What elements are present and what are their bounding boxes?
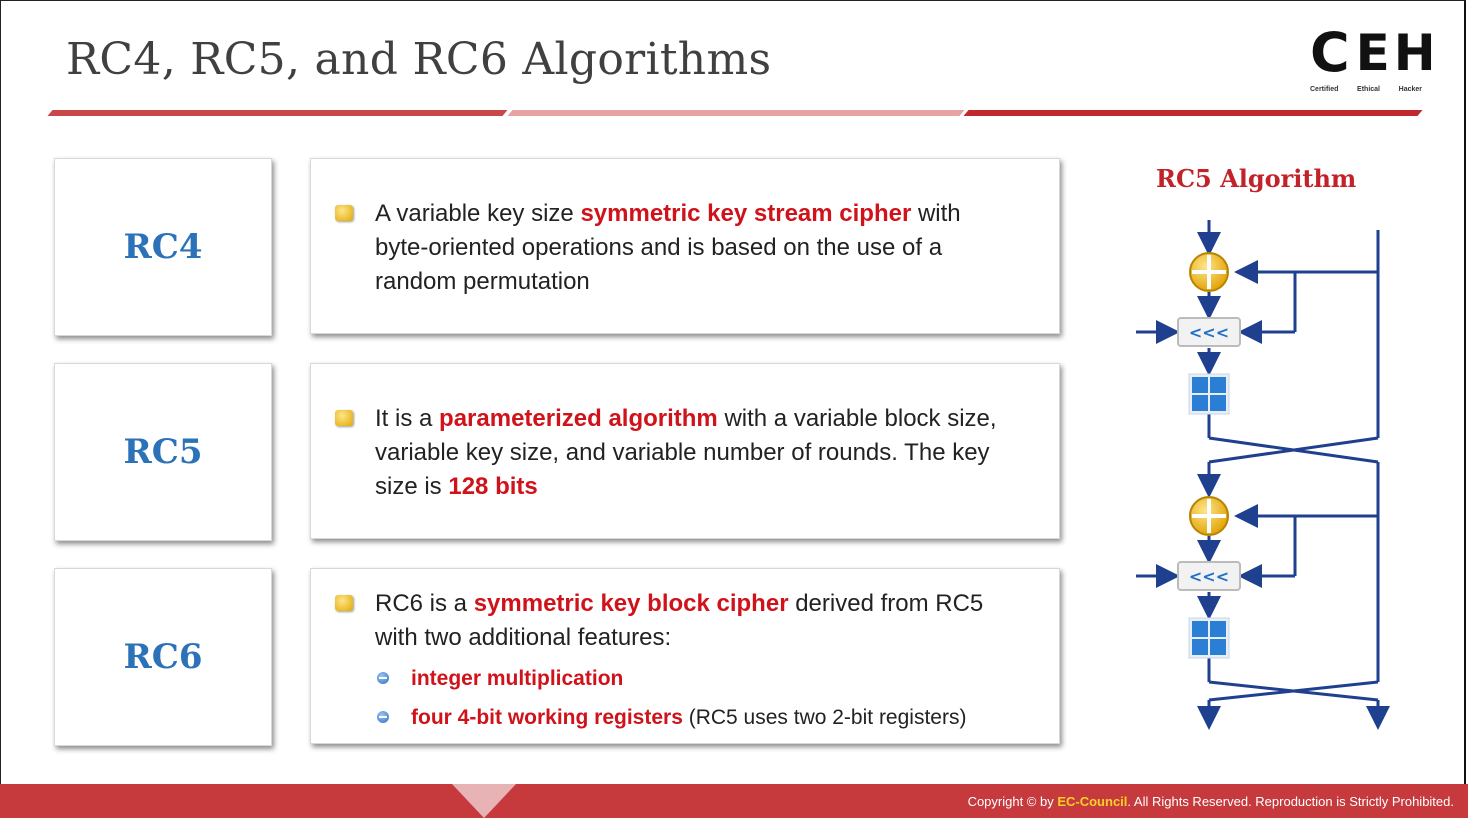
rc4-description-box: A variable key size symmetric key stream… [310, 158, 1060, 334]
logo-sub-certified: Certified [1310, 86, 1339, 93]
svg-text:<<<: <<< [1189, 323, 1229, 342]
rc5-text-1: It is a [375, 405, 440, 432]
diagram-round-2 [1136, 504, 1390, 730]
list-item: four 4-bit working registers (RC5 uses t… [377, 698, 1039, 737]
rc5-label: RC5 [123, 432, 203, 472]
diagram-title: RC5 Algorithm [1156, 164, 1357, 193]
diagram-round-1 [1136, 220, 1380, 682]
logo-sub-ethical: Ethical [1357, 86, 1380, 93]
rc6-description-box: RC6 is a symmetric key block cipher deri… [310, 568, 1060, 744]
logo-letters-eh: EH [1355, 24, 1440, 82]
title-rule-right [963, 110, 1423, 116]
bullet-icon [335, 205, 353, 221]
rc6-highlight: symmetric key block cipher [473, 590, 789, 617]
sub-bullet-icon [377, 672, 389, 684]
footer-triangle [452, 784, 516, 818]
rc5-label-box: RC5 [54, 363, 272, 541]
rotate-left-icon: <<< [1177, 561, 1241, 591]
rc4-label: RC4 [123, 227, 203, 267]
rc5-description-box: It is a parameterized algorithm with a v… [310, 363, 1060, 539]
sub-bullet-icon [377, 711, 389, 723]
rc4-highlight: symmetric key stream cipher [580, 200, 912, 227]
svg-text:<<<: <<< [1189, 567, 1229, 586]
list-item: integer multiplication [377, 659, 1039, 698]
rc4-description: A variable key size symmetric key stream… [375, 197, 1019, 299]
title-rule-middle [507, 110, 965, 116]
feature-text: (RC5 uses two 2-bit registers) [682, 706, 967, 729]
rotate-left-icon: <<< [1177, 317, 1241, 347]
bullet-icon [335, 410, 353, 426]
adder-icon [1189, 496, 1229, 536]
logo-sub-hacker: Hacker [1398, 86, 1422, 93]
rc6-description: RC6 is a symmetric key block cipher deri… [375, 587, 1019, 655]
page-title: RC4, RC5, and RC6 Algorithms [66, 34, 772, 85]
logo-subtitle: Certified Ethical Hacker [1310, 86, 1422, 93]
rc5-description: It is a parameterized algorithm with a v… [375, 402, 1019, 504]
rc5-algorithm-diagram: <<< <<< [1136, 220, 1390, 730]
copyright-suffix: . All Rights Reserved. Reproduction is S… [1127, 794, 1454, 809]
adder-icon [1189, 252, 1229, 292]
rc6-label-box: RC6 [54, 568, 272, 746]
bullet-icon [335, 595, 353, 611]
feature-highlight: integer multiplication [411, 667, 624, 690]
copyright-prefix: Copyright © by [967, 794, 1058, 809]
key-block-icon [1188, 617, 1230, 659]
feature-highlight: four 4-bit working registers [411, 706, 683, 729]
rc4-label-box: RC4 [54, 158, 272, 336]
rc5-highlight-2: 128 bits [448, 473, 538, 500]
rc6-label: RC6 [123, 637, 203, 677]
rc6-text-1: RC6 is a [375, 590, 474, 617]
rc6-feature-list: integer multiplication four 4-bit workin… [377, 659, 1039, 737]
rc4-text-1: A variable key size [375, 200, 581, 227]
rc5-highlight-1: parameterized algorithm [439, 405, 718, 432]
logo-letter-c: C [1310, 21, 1350, 84]
ec-council-brand: EC-Council [1057, 794, 1128, 809]
title-rule-left [47, 110, 508, 116]
key-block-icon [1188, 373, 1230, 415]
copyright-text: Copyright © by EC-Council. All Rights Re… [968, 794, 1454, 809]
ceh-logo: C EH Certified Ethical Hacker [1310, 21, 1436, 100]
